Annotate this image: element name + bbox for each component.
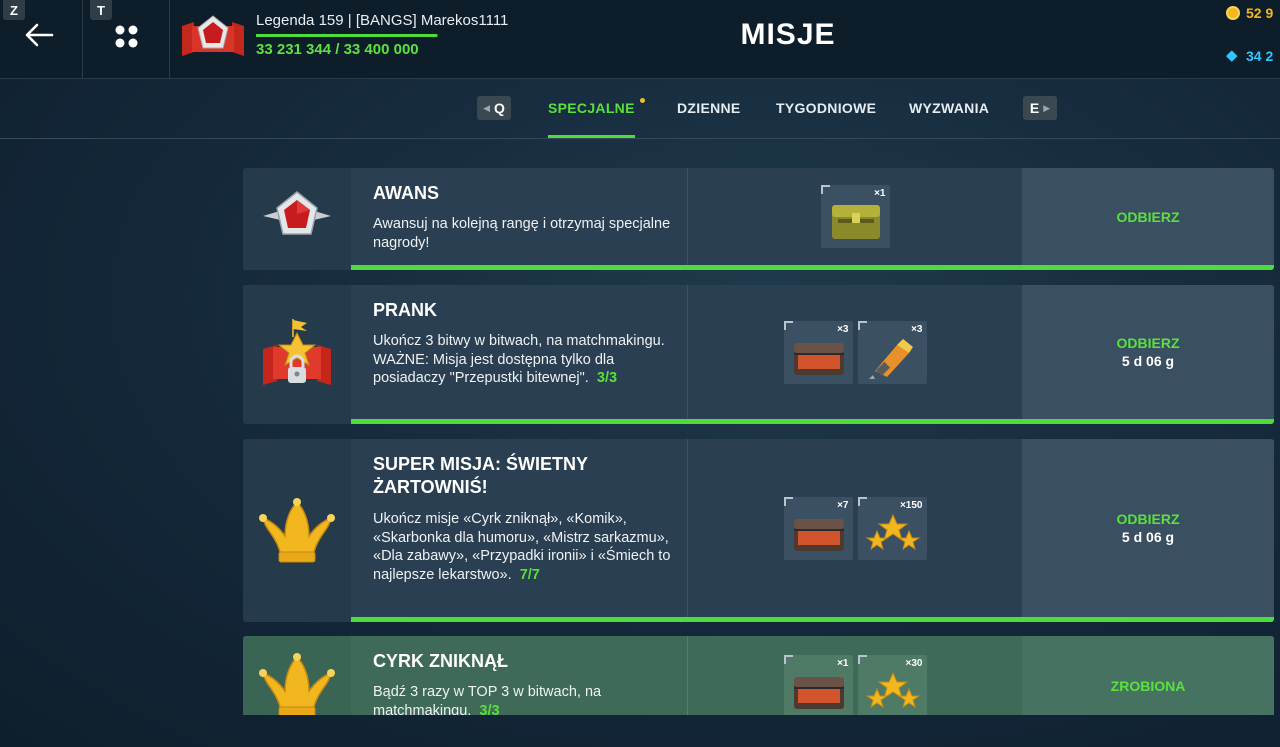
corner-mark <box>857 654 867 664</box>
green-crate-icon <box>831 205 880 239</box>
corner-mark <box>820 185 830 194</box>
mission-description: Bądź 3 razy w TOP 3 w bitwach, na matchm… <box>373 683 673 715</box>
reward-item[interactable]: ×1 <box>820 185 890 248</box>
menu-hotkey: T <box>90 0 112 20</box>
gems-balance[interactable]: ◆ 34 2 <box>1226 48 1273 64</box>
gems-value: 34 2 <box>1246 48 1274 64</box>
time-remaining: 5 d 06 g <box>1121 353 1175 369</box>
reward-item[interactable]: ×150 <box>857 496 927 560</box>
tab-tygodniowe[interactable]: TYGODNIOWE <box>776 100 876 116</box>
reward-quantity: ×1 <box>874 188 886 199</box>
reward-item[interactable]: ×3 <box>783 320 853 384</box>
mission-description: Awansuj na kolejną rangę i otrzymaj spec… <box>373 215 673 252</box>
next-tab-button[interactable]: E ▶ <box>1023 96 1057 120</box>
mission-title: PRANK <box>373 300 438 320</box>
gem-icon: ◆ <box>1226 47 1238 64</box>
mission-icon-cell <box>243 636 351 715</box>
corner-mark <box>857 496 867 506</box>
coin-icon <box>1226 6 1240 20</box>
mission-card: PRANK Ukończ 3 bitwy w bitwach, na match… <box>243 285 1274 424</box>
mission-description: Ukończ 3 bitwy w bitwach, na matchmaking… <box>373 332 673 388</box>
tab-wyzwania[interactable]: WYZWANIA <box>909 100 989 116</box>
mission-card: SUPER MISJA: ŚWIETNY ŻARTOWNIŚ! Ukończ m… <box>243 439 1274 622</box>
completed-label: ZROBIONA <box>1110 678 1186 694</box>
arrow-right-icon: ▶ <box>1043 102 1051 113</box>
mission-progress-text: 7/7 <box>519 566 540 583</box>
mission-card: AWANS Awansuj na kolejną rangę i otrzyma… <box>243 168 1274 270</box>
corner-mark <box>783 320 793 330</box>
mission-action: ODBIERZ 5 d 06 g <box>1022 285 1274 419</box>
top-bar: Z T Legenda 159 | [BANGS] Marekos1111 33… <box>0 0 1280 79</box>
stars-icon <box>864 671 921 708</box>
arrow-left-icon: ◀ <box>483 102 491 113</box>
mission-title: CYRK ZNIKNĄŁ <box>373 651 508 671</box>
coins-balance[interactable]: 52 9 <box>1226 5 1273 21</box>
mission-action: ODBIERZ <box>1022 168 1274 265</box>
mission-progress-text: 3/3 <box>479 702 500 716</box>
stars-icon <box>864 513 921 550</box>
reward-quantity: ×1 <box>837 657 849 669</box>
reward-item[interactable]: ×30 <box>857 654 927 715</box>
mission-icon-cell <box>243 439 351 622</box>
rewards: ×7 ×150 <box>688 439 1022 617</box>
prev-tab-hotkey: Q <box>494 100 505 116</box>
mission-description: Ukończ misje «Cyrk zniknął», «Komik», «S… <box>373 510 673 584</box>
claim-button[interactable]: ODBIERZ <box>1117 511 1180 527</box>
reward-quantity: ×30 <box>905 657 923 669</box>
mission-action: ZROBIONA <box>1022 636 1274 715</box>
mission-card: CYRK ZNIKNĄŁ Bądź 3 razy w TOP 3 w bitwa… <box>243 636 1274 715</box>
rewards: ×1 ×30 <box>688 636 1022 715</box>
mission-progress-bar <box>351 419 1274 424</box>
rewards: ×3 ×3 <box>688 285 1022 419</box>
mission-progress-text: 3/3 <box>596 370 618 386</box>
page-title: MISJE <box>740 18 836 51</box>
reward-quantity: ×3 <box>911 323 923 335</box>
mission-icon-cell <box>243 168 351 270</box>
red-chest-icon <box>793 676 844 709</box>
mission-title: SUPER MISJA: ŚWIETNY ŻARTOWNIŚ! <box>373 454 588 497</box>
rewards: ×1 <box>688 168 1022 265</box>
prev-tab-button[interactable]: ◀ Q <box>477 96 511 120</box>
mission-description-text: Awansuj na kolejną rangę i otrzymaj spec… <box>373 216 671 251</box>
mission-progress-bar <box>351 265 1274 270</box>
next-tab-hotkey: E <box>1029 100 1040 116</box>
notification-dot <box>640 98 645 103</box>
reward-quantity: ×150 <box>899 499 923 511</box>
mission-title: AWANS <box>373 183 440 203</box>
time-remaining: 5 d 06 g <box>1121 529 1175 545</box>
mission-progress-bar <box>351 617 1274 622</box>
battle-pass-locked-icon <box>263 318 331 385</box>
jester-hat-icon <box>259 653 335 715</box>
reward-item[interactable]: ×7 <box>783 496 853 560</box>
reward-quantity: ×3 <box>837 323 849 335</box>
red-chest-icon <box>793 342 844 375</box>
mission-description-text: Ukończ 3 bitwy w bitwach, na matchmaking… <box>373 333 665 386</box>
tab-specjalne[interactable]: SPECJALNE <box>548 100 635 116</box>
back-hotkey: Z <box>3 0 25 20</box>
mission-list[interactable]: AWANS Awansuj na kolejną rangę i otrzyma… <box>0 138 1280 715</box>
claim-button[interactable]: ODBIERZ <box>1117 335 1180 351</box>
reward-item[interactable]: ×3 <box>857 320 927 384</box>
tab-dzienne[interactable]: DZIENNE <box>677 100 741 116</box>
mission-action: ODBIERZ 5 d 06 g <box>1022 439 1274 617</box>
corner-mark <box>783 496 793 506</box>
reward-item[interactable]: ×1 <box>783 654 853 715</box>
jester-hat-icon <box>259 497 335 562</box>
corner-mark <box>857 320 867 330</box>
coins-value: 52 9 <box>1246 5 1274 21</box>
booster-icon <box>868 338 913 379</box>
mission-icon-cell <box>243 285 351 424</box>
corner-mark <box>783 654 793 664</box>
red-chest-icon <box>793 518 844 551</box>
tab-bar: ◀ Q SPECJALNE DZIENNE TYGODNIOWE WYZWANI… <box>0 78 1280 139</box>
reward-quantity: ×7 <box>837 499 849 511</box>
claim-button[interactable]: ODBIERZ <box>1117 209 1180 225</box>
rank-star-icon <box>263 191 331 235</box>
